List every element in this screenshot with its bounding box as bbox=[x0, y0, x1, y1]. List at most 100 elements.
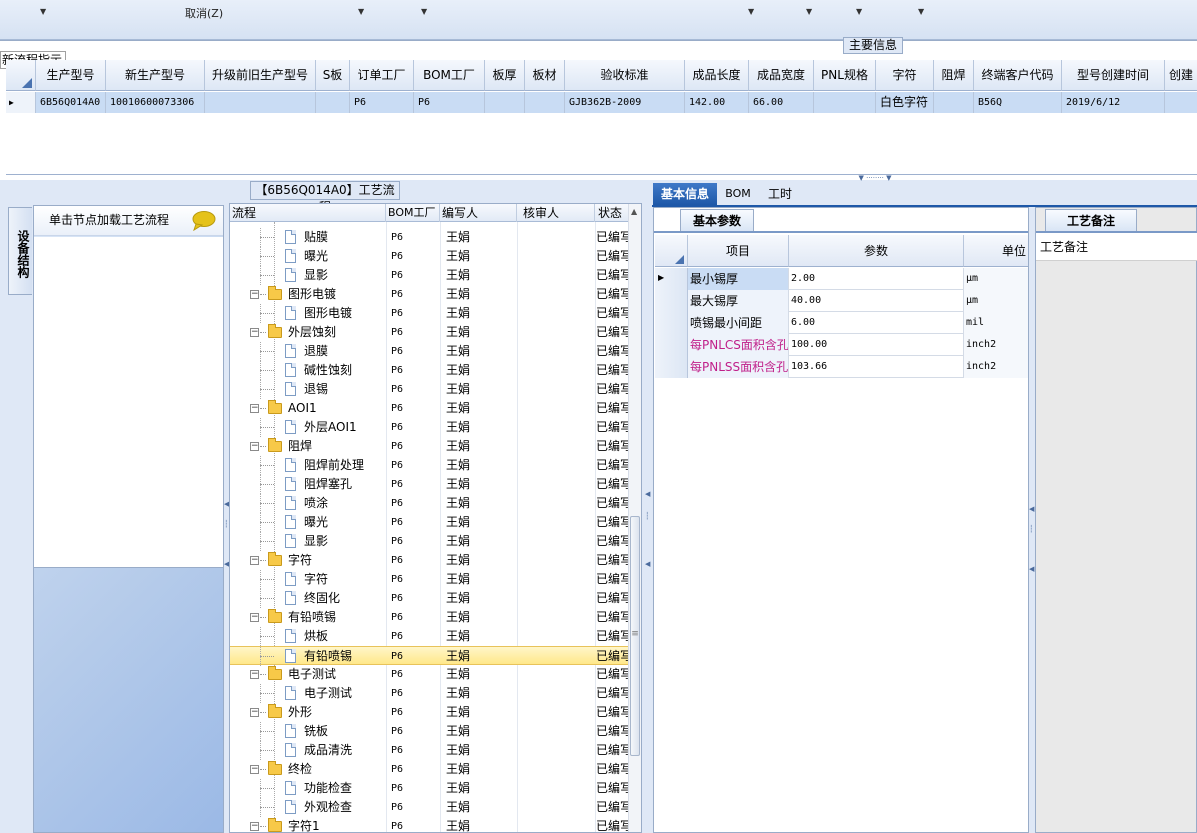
col-header[interactable]: 订单工厂 bbox=[350, 60, 414, 91]
flow-row[interactable]: − 电子测试 P6 王娟 已编写 bbox=[230, 665, 630, 684]
param-value[interactable]: 40.00 bbox=[789, 290, 964, 312]
notes-title[interactable]: 工艺备注 bbox=[1045, 209, 1137, 231]
flow-scrollbar[interactable]: ▲ ≡ bbox=[628, 204, 641, 832]
collapse-icon[interactable]: − bbox=[250, 556, 259, 565]
flow-row[interactable]: 喷涂 P6 王娟 已编写 bbox=[230, 494, 630, 513]
scroll-up-icon[interactable]: ▲ bbox=[631, 207, 637, 216]
flow-row[interactable]: 铣板 P6 王娟 已编写 bbox=[230, 722, 630, 741]
grid-cell[interactable]: 白色字符 bbox=[876, 92, 934, 113]
param-item[interactable]: 每PNLSS面积含孔 bbox=[688, 356, 789, 378]
collapse-icon[interactable]: − bbox=[250, 328, 259, 337]
collapse-icon[interactable]: − bbox=[250, 670, 259, 679]
col-header[interactable]: 型号创建时间 bbox=[1062, 60, 1165, 91]
grid-cell[interactable]: 66.00 bbox=[749, 92, 814, 113]
flow-row[interactable]: 终固化 P6 王娟 已编写 bbox=[230, 589, 630, 608]
row-indicator[interactable]: ▶ bbox=[6, 92, 36, 113]
grid-cell[interactable]: P6 bbox=[350, 92, 414, 113]
col-header[interactable]: 板材 bbox=[525, 60, 565, 91]
row-indicator[interactable] bbox=[655, 334, 688, 356]
grid-cell[interactable]: GJB362B-2009 bbox=[565, 92, 685, 113]
flow-row[interactable]: − 外形 P6 王娟 已编写 bbox=[230, 703, 630, 722]
flow-row[interactable]: 功能检查 P6 王娟 已编写 bbox=[230, 779, 630, 798]
flow-col-header[interactable]: BOM工厂 bbox=[386, 204, 440, 222]
flow-row[interactable]: − AOI1 P6 王娟 已编写 bbox=[230, 399, 630, 418]
row-indicator[interactable] bbox=[655, 290, 688, 312]
col-header[interactable]: 成品宽度 bbox=[749, 60, 814, 91]
flow-row[interactable]: 阻焊塞孔 P6 王娟 已编写 bbox=[230, 475, 630, 494]
param-item[interactable]: 最小锡厚 bbox=[688, 268, 789, 290]
param-item[interactable]: 最大锡厚 bbox=[688, 290, 789, 312]
collapse-icon[interactable]: − bbox=[250, 613, 259, 622]
row-indicator[interactable] bbox=[655, 356, 688, 378]
flow-row[interactable]: 外层AOI1 P6 王娟 已编写 bbox=[230, 418, 630, 437]
grid-cell[interactable] bbox=[934, 92, 974, 113]
col-header[interactable]: BOM工厂 bbox=[414, 60, 485, 91]
flow-row[interactable]: 成品清洗 P6 王娟 已编写 bbox=[230, 741, 630, 760]
grid-cell[interactable]: 10010600073306 bbox=[106, 92, 205, 113]
param-row[interactable]: 最大锡厚 40.00 μm bbox=[655, 290, 1028, 312]
tab-equipment-structure[interactable]: 设备结构 bbox=[8, 207, 32, 295]
param-row[interactable]: 喷锡最小间距 6.00 mil bbox=[655, 312, 1028, 334]
grid-cell[interactable]: B56Q bbox=[974, 92, 1062, 113]
flow-row[interactable]: 曝光 P6 王娟 已编写 bbox=[230, 513, 630, 532]
col-header[interactable]: 验收标准 bbox=[565, 60, 685, 91]
splitter-handle[interactable]: ◀ ┆ ◀ bbox=[645, 490, 650, 580]
grid-cell[interactable] bbox=[316, 92, 350, 113]
flow-row[interactable]: 烘板 P6 王娟 已编写 bbox=[230, 627, 630, 646]
collapse-icon[interactable]: − bbox=[250, 290, 259, 299]
col-header[interactable]: 生产型号 bbox=[36, 60, 106, 91]
flow-row[interactable]: − 阻焊 P6 王娟 已编写 bbox=[230, 437, 630, 456]
param-row[interactable]: 每PNLSS面积含孔 103.66 inch2 bbox=[655, 356, 1028, 378]
flow-row[interactable]: 有铅喷锡 P6 王娟 已编写 bbox=[230, 646, 630, 666]
collapse-icon[interactable]: − bbox=[250, 708, 259, 717]
flow-row[interactable]: − 终检 P6 王娟 已编写 bbox=[230, 760, 630, 779]
col-header[interactable]: PNL规格 bbox=[814, 60, 876, 91]
param-col-header[interactable]: 项目 bbox=[688, 235, 789, 267]
flow-row[interactable]: 图形电镀 P6 王娟 已编写 bbox=[230, 304, 630, 323]
grid-cell[interactable] bbox=[205, 92, 316, 113]
param-row[interactable]: ▶ 最小锡厚 2.00 μm bbox=[655, 268, 1028, 290]
param-value[interactable]: 103.66 bbox=[789, 356, 964, 378]
collapse-icon[interactable]: − bbox=[250, 404, 259, 413]
dropdown-arrow-icon[interactable]: ▼ bbox=[856, 7, 862, 16]
flow-row[interactable]: − 外层蚀刻 P6 王娟 已编写 bbox=[230, 323, 630, 342]
flow-row[interactable]: − 图形电镀 P6 王娟 已编写 bbox=[230, 285, 630, 304]
param-item[interactable]: 喷锡最小间距 bbox=[688, 312, 789, 334]
tab-bom[interactable]: BOM bbox=[720, 183, 756, 205]
splitter-grip-icon[interactable]: ▼ ········ ▼ bbox=[843, 175, 907, 182]
grid-cell[interactable]: 6B56Q014A0 bbox=[36, 92, 106, 113]
grid-cell[interactable] bbox=[485, 92, 525, 113]
flow-row[interactable]: 外观检查 P6 王娟 已编写 bbox=[230, 798, 630, 817]
param-col-header[interactable]: 参数 bbox=[789, 235, 964, 267]
col-header[interactable]: S板 bbox=[316, 60, 350, 91]
col-header[interactable]: 字符 bbox=[876, 60, 934, 91]
param-row[interactable]: 每PNLCS面积含孔 100.00 inch2 bbox=[655, 334, 1028, 356]
splitter-handle[interactable]: ◀ ┆ ◀ bbox=[224, 500, 229, 580]
col-header[interactable]: 新生产型号 bbox=[106, 60, 205, 91]
speech-bubble-icon[interactable] bbox=[192, 211, 216, 231]
dropdown-arrow-icon[interactable]: ▼ bbox=[421, 7, 427, 16]
flow-col-header[interactable]: 核审人 bbox=[517, 204, 595, 222]
col-header[interactable]: 创建 bbox=[1165, 60, 1197, 91]
flow-row[interactable]: 阻焊前处理 P6 王娟 已编写 bbox=[230, 456, 630, 475]
collapse-icon[interactable]: − bbox=[250, 442, 259, 451]
param-value[interactable]: 6.00 bbox=[789, 312, 964, 334]
col-header[interactable]: 终端客户代码 bbox=[974, 60, 1062, 91]
tab-basic-info[interactable]: 基本信息 bbox=[653, 183, 717, 205]
tab-hours[interactable]: 工时 bbox=[760, 183, 800, 205]
flow-col-header[interactable]: 状态 bbox=[595, 204, 630, 222]
collapse-icon[interactable]: − bbox=[250, 822, 259, 831]
col-header[interactable]: 成品长度 bbox=[685, 60, 749, 91]
collapse-icon[interactable]: − bbox=[250, 765, 259, 774]
flow-row[interactable]: − 字符 P6 王娟 已编写 bbox=[230, 551, 630, 570]
col-header[interactable]: 阻焊 bbox=[934, 60, 974, 91]
grid-cell[interactable] bbox=[1165, 92, 1197, 113]
flow-row[interactable]: 显影 P6 王娟 已编写 bbox=[230, 532, 630, 551]
grid-cell[interactable] bbox=[814, 92, 876, 113]
grid-cell[interactable]: P6 bbox=[414, 92, 485, 113]
row-indicator[interactable] bbox=[655, 312, 688, 334]
flow-row[interactable]: − 有铅喷锡 P6 王娟 已编写 bbox=[230, 608, 630, 627]
row-indicator[interactable]: ▶ bbox=[655, 268, 688, 290]
flow-col-header[interactable]: 编写人 bbox=[440, 204, 517, 222]
flow-row[interactable]: 贴膜 P6 王娟 已编写 bbox=[230, 228, 630, 247]
